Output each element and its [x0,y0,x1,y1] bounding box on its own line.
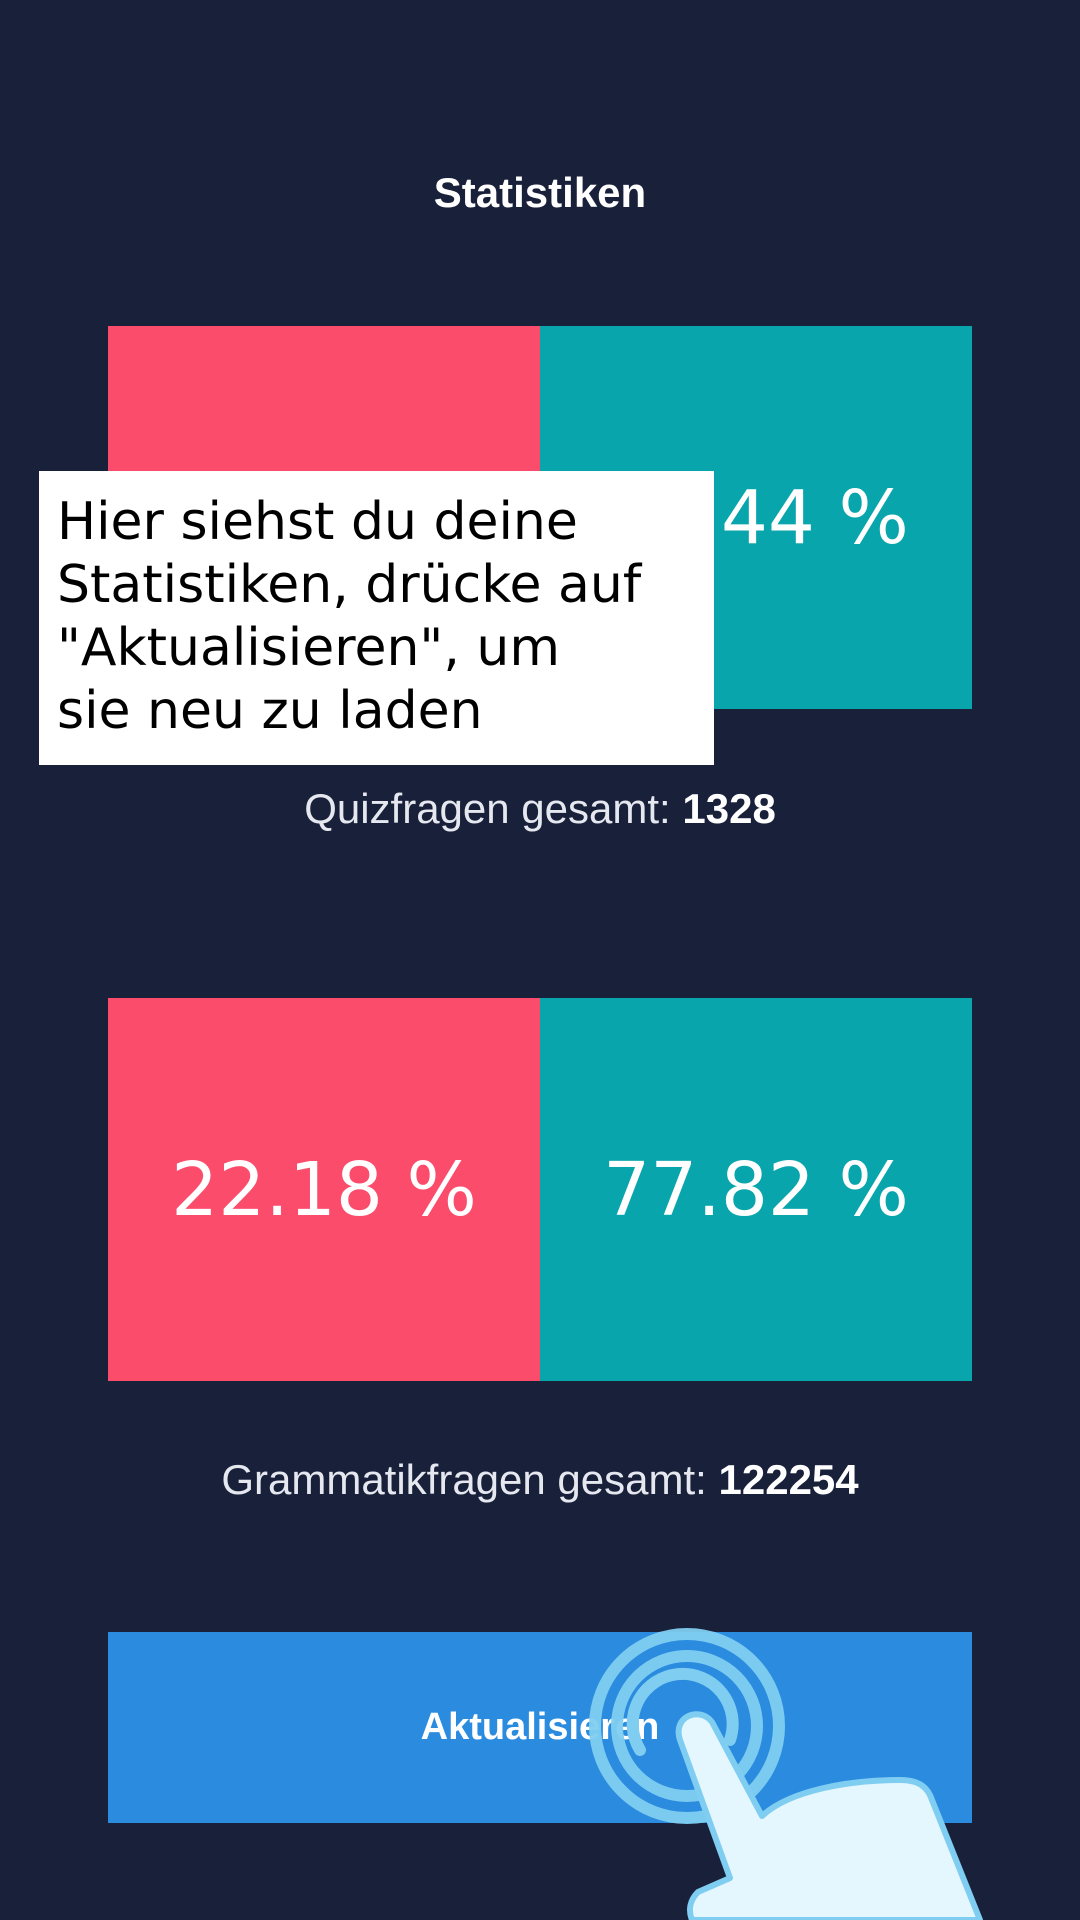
quiz-total-value: 1328 [682,785,776,832]
grammar-stats-bar: 22.18 % 77.82 % [108,998,972,1381]
tooltip-line: Statistiken, drücke auf [57,555,642,615]
tap-hand-icon [589,1628,983,1920]
tutorial-tooltip[interactable]: Hier siehst du deine Statistiken, drücke… [39,471,714,765]
quiz-total: Quizfragen gesamt: 1328 [0,779,1080,839]
grammar-total-value: 122254 [718,1456,859,1503]
tooltip-line: sie neu zu laden [57,681,483,741]
grammar-total-label: Grammatikfragen gesamt: [221,1456,719,1503]
grammar-wrong-percent: 22.18 % [108,998,540,1381]
grammar-total: Grammatikfragen gesamt: 122254 [0,1450,1080,1510]
tooltip-line: "Aktualisieren", um [57,618,561,678]
statistics-screen: Statistiken 55.56 % 44.44 % Quizfragen g… [0,0,1080,1920]
quiz-total-label: Quizfragen gesamt: [304,785,683,832]
grammar-right-percent: 77.82 % [540,998,972,1381]
page-title: Statistiken [433,169,647,216]
tooltip-line: Hier siehst du deine [57,492,578,552]
